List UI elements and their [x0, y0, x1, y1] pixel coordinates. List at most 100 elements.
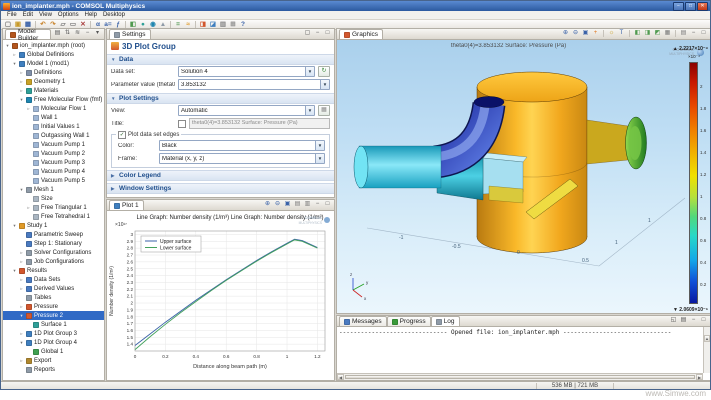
tree-item-reports[interactable]: Reports — [3, 365, 104, 374]
maximize-icon[interactable]: □ — [323, 200, 332, 209]
zoom-in-icon[interactable]: ⊕ — [263, 200, 272, 209]
maximize-icon[interactable]: □ — [699, 316, 708, 325]
chevron-closed-icon[interactable]: ▹ — [19, 259, 24, 265]
tab-messages[interactable]: Messages — [339, 316, 387, 326]
minimize-icon[interactable]: − — [689, 316, 698, 325]
chevron-closed-icon[interactable]: ▹ — [19, 277, 24, 283]
minimize-button[interactable]: − — [673, 2, 684, 11]
tree-item-1d-plot-group-4[interactable]: ▾1D Plot Group 4 — [3, 338, 104, 347]
tree-item-parametric-sweep[interactable]: Parametric Sweep — [3, 230, 104, 239]
chevron-closed-icon[interactable]: ▹ — [26, 205, 31, 211]
tree-item-job-configurations[interactable]: ▹Job Configurations — [3, 257, 104, 266]
scroll-right-icon[interactable]: ▶ — [696, 374, 703, 380]
menu-icon[interactable]: ▾ — [93, 29, 102, 38]
chevron-closed-icon[interactable]: ▹ — [12, 52, 17, 58]
tab-progress[interactable]: Progress — [387, 316, 431, 326]
menu-view[interactable]: View — [36, 12, 55, 18]
tree-item-tables[interactable]: Tables — [3, 293, 104, 302]
tree-item-vacuum-pump-3[interactable]: Vacuum Pump 3 — [3, 158, 104, 167]
view-xz-icon[interactable]: ◩ — [653, 29, 662, 38]
menu-desktop[interactable]: Desktop — [100, 12, 128, 18]
parameter-value-combo[interactable]: 3.853132 ▼ — [178, 79, 330, 90]
show-hide-icon[interactable]: ▤ — [53, 29, 62, 38]
image-export-icon[interactable]: ▥ — [303, 200, 312, 209]
tree-item-model-1-mod1[interactable]: ▾Model 1 (mod1) — [3, 59, 104, 68]
frame-combo[interactable]: Material (x, y, z) ▼ — [159, 153, 325, 164]
tree-item-geometry-1[interactable]: ▹Geometry 1 — [3, 77, 104, 86]
chevron-open-icon[interactable]: ▾ — [5, 43, 10, 49]
maximize-icon[interactable]: □ — [323, 29, 332, 38]
tree-item-export[interactable]: ▹Export — [3, 356, 104, 365]
model-3d-scene[interactable]: z y x — [337, 40, 710, 313]
menu-file[interactable]: File — [4, 12, 20, 18]
view-combo[interactable]: Automatic ▼ — [178, 105, 315, 116]
tab-plot-1[interactable]: Plot 1 — [109, 200, 144, 210]
section-color-legend[interactable]: ▶ Color Legend — [107, 170, 334, 181]
tree-item-vacuum-pump-4[interactable]: Vacuum Pump 4 — [3, 167, 104, 176]
chevron-open-icon[interactable]: ▾ — [12, 223, 17, 229]
tree-item-surface-1[interactable]: Surface 1 — [3, 320, 104, 329]
maximize-button[interactable]: □ — [685, 2, 696, 11]
transparency-icon[interactable]: T — [617, 29, 626, 38]
zoom-in-icon[interactable]: ⊕ — [561, 29, 570, 38]
view-yz-icon[interactable]: ◨ — [643, 29, 652, 38]
minimize-icon[interactable]: − — [313, 29, 322, 38]
view-settings-button[interactable]: ▦ — [318, 105, 330, 116]
scroll-up-icon[interactable]: ▲ — [704, 335, 710, 342]
chevron-closed-icon[interactable]: ▹ — [19, 79, 24, 85]
tree-item-step-1-stationary[interactable]: Step 1: Stationary — [3, 239, 104, 248]
chevron-closed-icon[interactable]: ▹ — [26, 106, 31, 112]
tab-graphics[interactable]: Graphics — [339, 29, 383, 39]
menu-edit[interactable]: Edit — [20, 12, 36, 18]
tree-item-size[interactable]: Size — [3, 194, 104, 203]
snapshot-icon[interactable]: ▤ — [679, 29, 688, 38]
tree-item-pressure-2[interactable]: ▾Pressure 2 — [3, 311, 104, 320]
tree-item-vacuum-pump-2[interactable]: Vacuum Pump 2 — [3, 149, 104, 158]
tree-item-results[interactable]: ▾Results — [3, 266, 104, 275]
float-icon[interactable]: ◱ — [669, 316, 678, 325]
section-plot-settings[interactable]: ▼ Plot Settings — [107, 93, 334, 104]
section-data[interactable]: ▼ Data — [107, 54, 334, 65]
tree-item-pressure[interactable]: ▹Pressure — [3, 302, 104, 311]
tree-item-outgassing-wall-1[interactable]: Outgassing Wall 1 — [3, 131, 104, 140]
tree-item-1d-plot-group-3[interactable]: ▹1D Plot Group 3 — [3, 329, 104, 338]
chevron-open-icon[interactable]: ▾ — [19, 340, 24, 346]
chevron-closed-icon[interactable]: ▹ — [19, 70, 24, 76]
zoom-extents-icon[interactable]: ▣ — [283, 200, 292, 209]
menu-options[interactable]: Options — [55, 12, 82, 18]
tree-item-mesh-1[interactable]: ▾Mesh 1 — [3, 185, 104, 194]
zoom-extents-icon[interactable]: ▣ — [581, 29, 590, 38]
chevron-open-icon[interactable]: ▾ — [12, 61, 17, 67]
tree-item-global-1[interactable]: Global 1 — [3, 347, 104, 356]
chevron-closed-icon[interactable]: ▹ — [19, 286, 24, 292]
tree-item-initial-values-1[interactable]: Initial Values 1 — [3, 122, 104, 131]
dataset-combo[interactable]: Solution 4 ▼ — [178, 66, 315, 77]
view-xy-icon[interactable]: ◧ — [633, 29, 642, 38]
tab-model-builder[interactable]: Model Builder — [5, 29, 51, 39]
filter-icon[interactable]: ≋ — [73, 29, 82, 38]
chevron-closed-icon[interactable]: ▹ — [19, 250, 24, 256]
title-checkbox[interactable] — [178, 120, 186, 128]
tab-log[interactable]: Log — [431, 316, 460, 326]
tree-item-ion-implanter-mph-root[interactable]: ▾ion_implanter.mph (root) — [3, 41, 104, 50]
minimize-icon[interactable]: − — [689, 29, 698, 38]
wireframe-icon[interactable]: ▦ — [663, 29, 672, 38]
log-vertical-scrollbar[interactable]: ▲ ▼ — [703, 327, 710, 373]
chevron-closed-icon[interactable]: ▹ — [19, 304, 24, 310]
plot-dataset-edges-checkbox[interactable]: ✓ — [118, 131, 126, 139]
tree-item-materials[interactable]: ▹Materials — [3, 86, 104, 95]
chevron-open-icon[interactable]: ▾ — [19, 313, 24, 319]
tab-settings[interactable]: Settings — [109, 29, 151, 39]
tree-item-definitions[interactable]: ▹Definitions — [3, 68, 104, 77]
zoom-out-icon[interactable]: ⊖ — [273, 200, 282, 209]
tree-item-data-sets[interactable]: ▹Data Sets — [3, 275, 104, 284]
close-button[interactable]: ✕ — [697, 2, 708, 11]
tree-item-vacuum-pump-1[interactable]: Vacuum Pump 1 — [3, 140, 104, 149]
title-bar[interactable]: ion_implanter.mph - COMSOL Multiphysics … — [1, 1, 710, 11]
chevron-open-icon[interactable]: ▾ — [19, 187, 24, 193]
scroll-left-icon[interactable]: ◀ — [337, 374, 344, 380]
clear-log-icon[interactable]: ▤ — [679, 316, 688, 325]
detach-icon[interactable]: ▢ — [303, 29, 312, 38]
scene-light-icon[interactable]: ☼ — [607, 29, 616, 38]
chevron-open-icon[interactable]: ▾ — [19, 97, 24, 103]
